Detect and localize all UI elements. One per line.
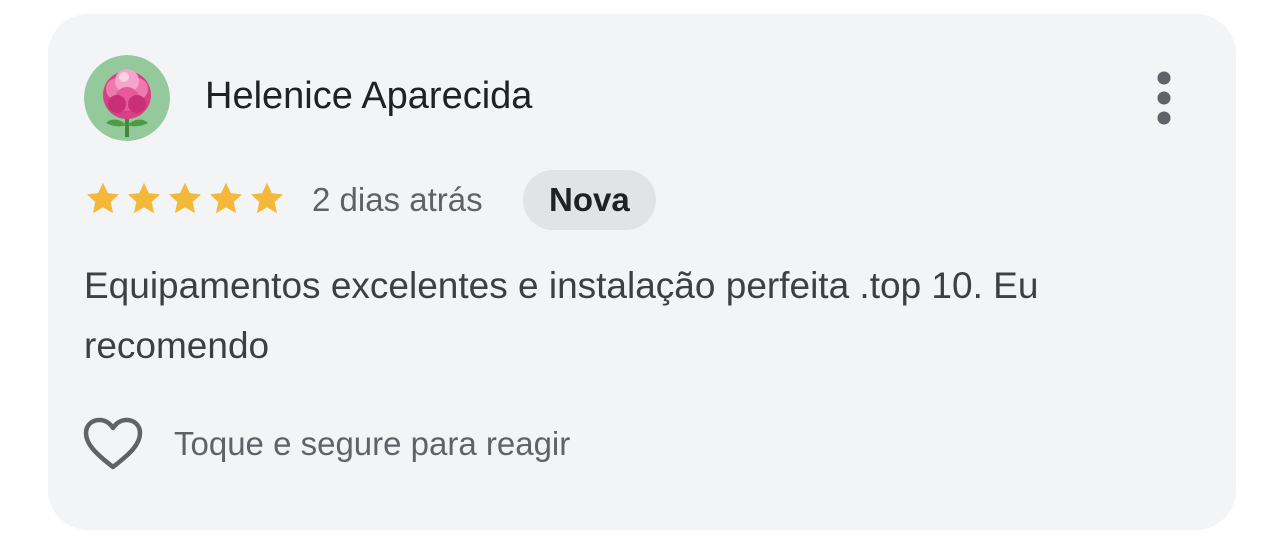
flower-avatar-icon [84,55,170,141]
review-text: Equipamentos excelentes e instalação per… [84,265,1039,366]
new-badge: Nova [523,170,656,230]
star-icon [125,180,163,220]
star-rating [84,180,286,220]
more-options-button[interactable] [1145,69,1183,127]
more-vert-icon [1157,71,1171,125]
review-date: 2 dias atrás [312,181,483,218]
heart-outline-icon [82,416,144,472]
react-button[interactable]: Toque e segure para reagir [82,416,570,472]
star-icon [248,180,286,220]
star-icon [166,180,204,220]
avatar[interactable] [84,55,170,141]
star-icon [84,180,122,220]
review-card: Helenice Aparecida 2 dias atrás Nova Equ… [48,14,1236,530]
author-name[interactable]: Helenice Aparecida [205,72,532,120]
react-label: Toque e segure para reagir [174,425,571,462]
star-icon [207,180,245,220]
